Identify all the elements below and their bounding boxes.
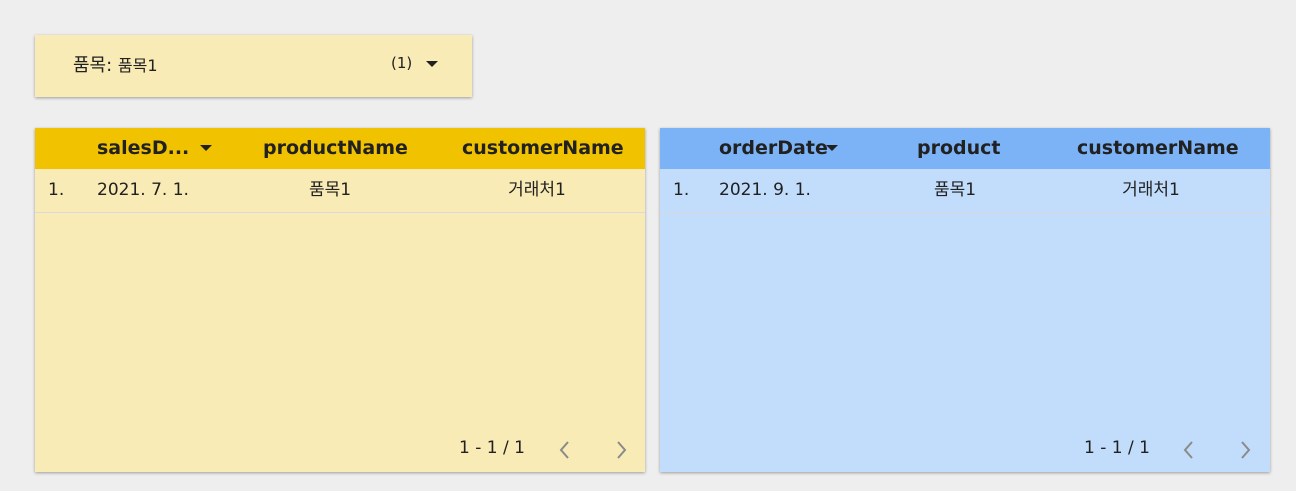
cell-salesdate: 2021. 7. 1. <box>97 180 189 200</box>
order-table: orderDate product customerName 1. 2021. … <box>660 128 1270 472</box>
product-filter-control[interactable]: 품목: 품목1 (1) <box>35 35 472 97</box>
column-header-product[interactable]: product <box>917 128 1001 169</box>
previous-page-icon[interactable] <box>554 438 576 462</box>
pagination-label: 1 - 1 / 1 <box>459 438 525 458</box>
table-row: 1. 2021. 7. 1. 품목1 거래처1 <box>35 169 645 213</box>
cell-product: 품목1 <box>933 180 977 200</box>
table-header: salesD... productName customerName <box>35 128 645 169</box>
column-header-customername[interactable]: customerName <box>1077 128 1239 169</box>
filter-label-name: 품목 <box>73 55 107 76</box>
filter-selected-value: 품목1 <box>117 56 158 75</box>
row-index: 1. <box>673 180 690 200</box>
cell-customername: 거래처1 <box>1122 180 1180 200</box>
table-header: orderDate product customerName <box>660 128 1270 169</box>
table-row: 1. 2021. 9. 1. 품목1 거래처1 <box>660 169 1270 213</box>
column-header-customername[interactable]: customerName <box>462 128 624 169</box>
filter-label: 품목: 품목1 <box>73 55 158 77</box>
cell-orderdate: 2021. 9. 1. <box>719 180 811 200</box>
row-index: 1. <box>48 180 65 200</box>
pagination-label: 1 - 1 / 1 <box>1084 438 1150 458</box>
next-page-icon[interactable] <box>1234 438 1256 462</box>
column-header-salesdate[interactable]: salesD... <box>97 128 189 169</box>
previous-page-icon[interactable] <box>1178 438 1200 462</box>
sort-descending-icon[interactable] <box>826 145 838 151</box>
next-page-icon[interactable] <box>610 438 632 462</box>
sales-table: salesD... productName customerName 1. 20… <box>35 128 645 472</box>
cell-customername: 거래처1 <box>508 180 566 200</box>
filter-selection-count: (1) <box>391 54 413 72</box>
dropdown-caret-icon[interactable] <box>426 61 438 67</box>
sort-descending-icon[interactable] <box>200 145 212 151</box>
column-header-productname[interactable]: productName <box>263 128 408 169</box>
cell-productname: 품목1 <box>308 180 352 200</box>
column-header-orderdate[interactable]: orderDate <box>719 128 828 169</box>
filter-separator: : <box>106 55 118 76</box>
